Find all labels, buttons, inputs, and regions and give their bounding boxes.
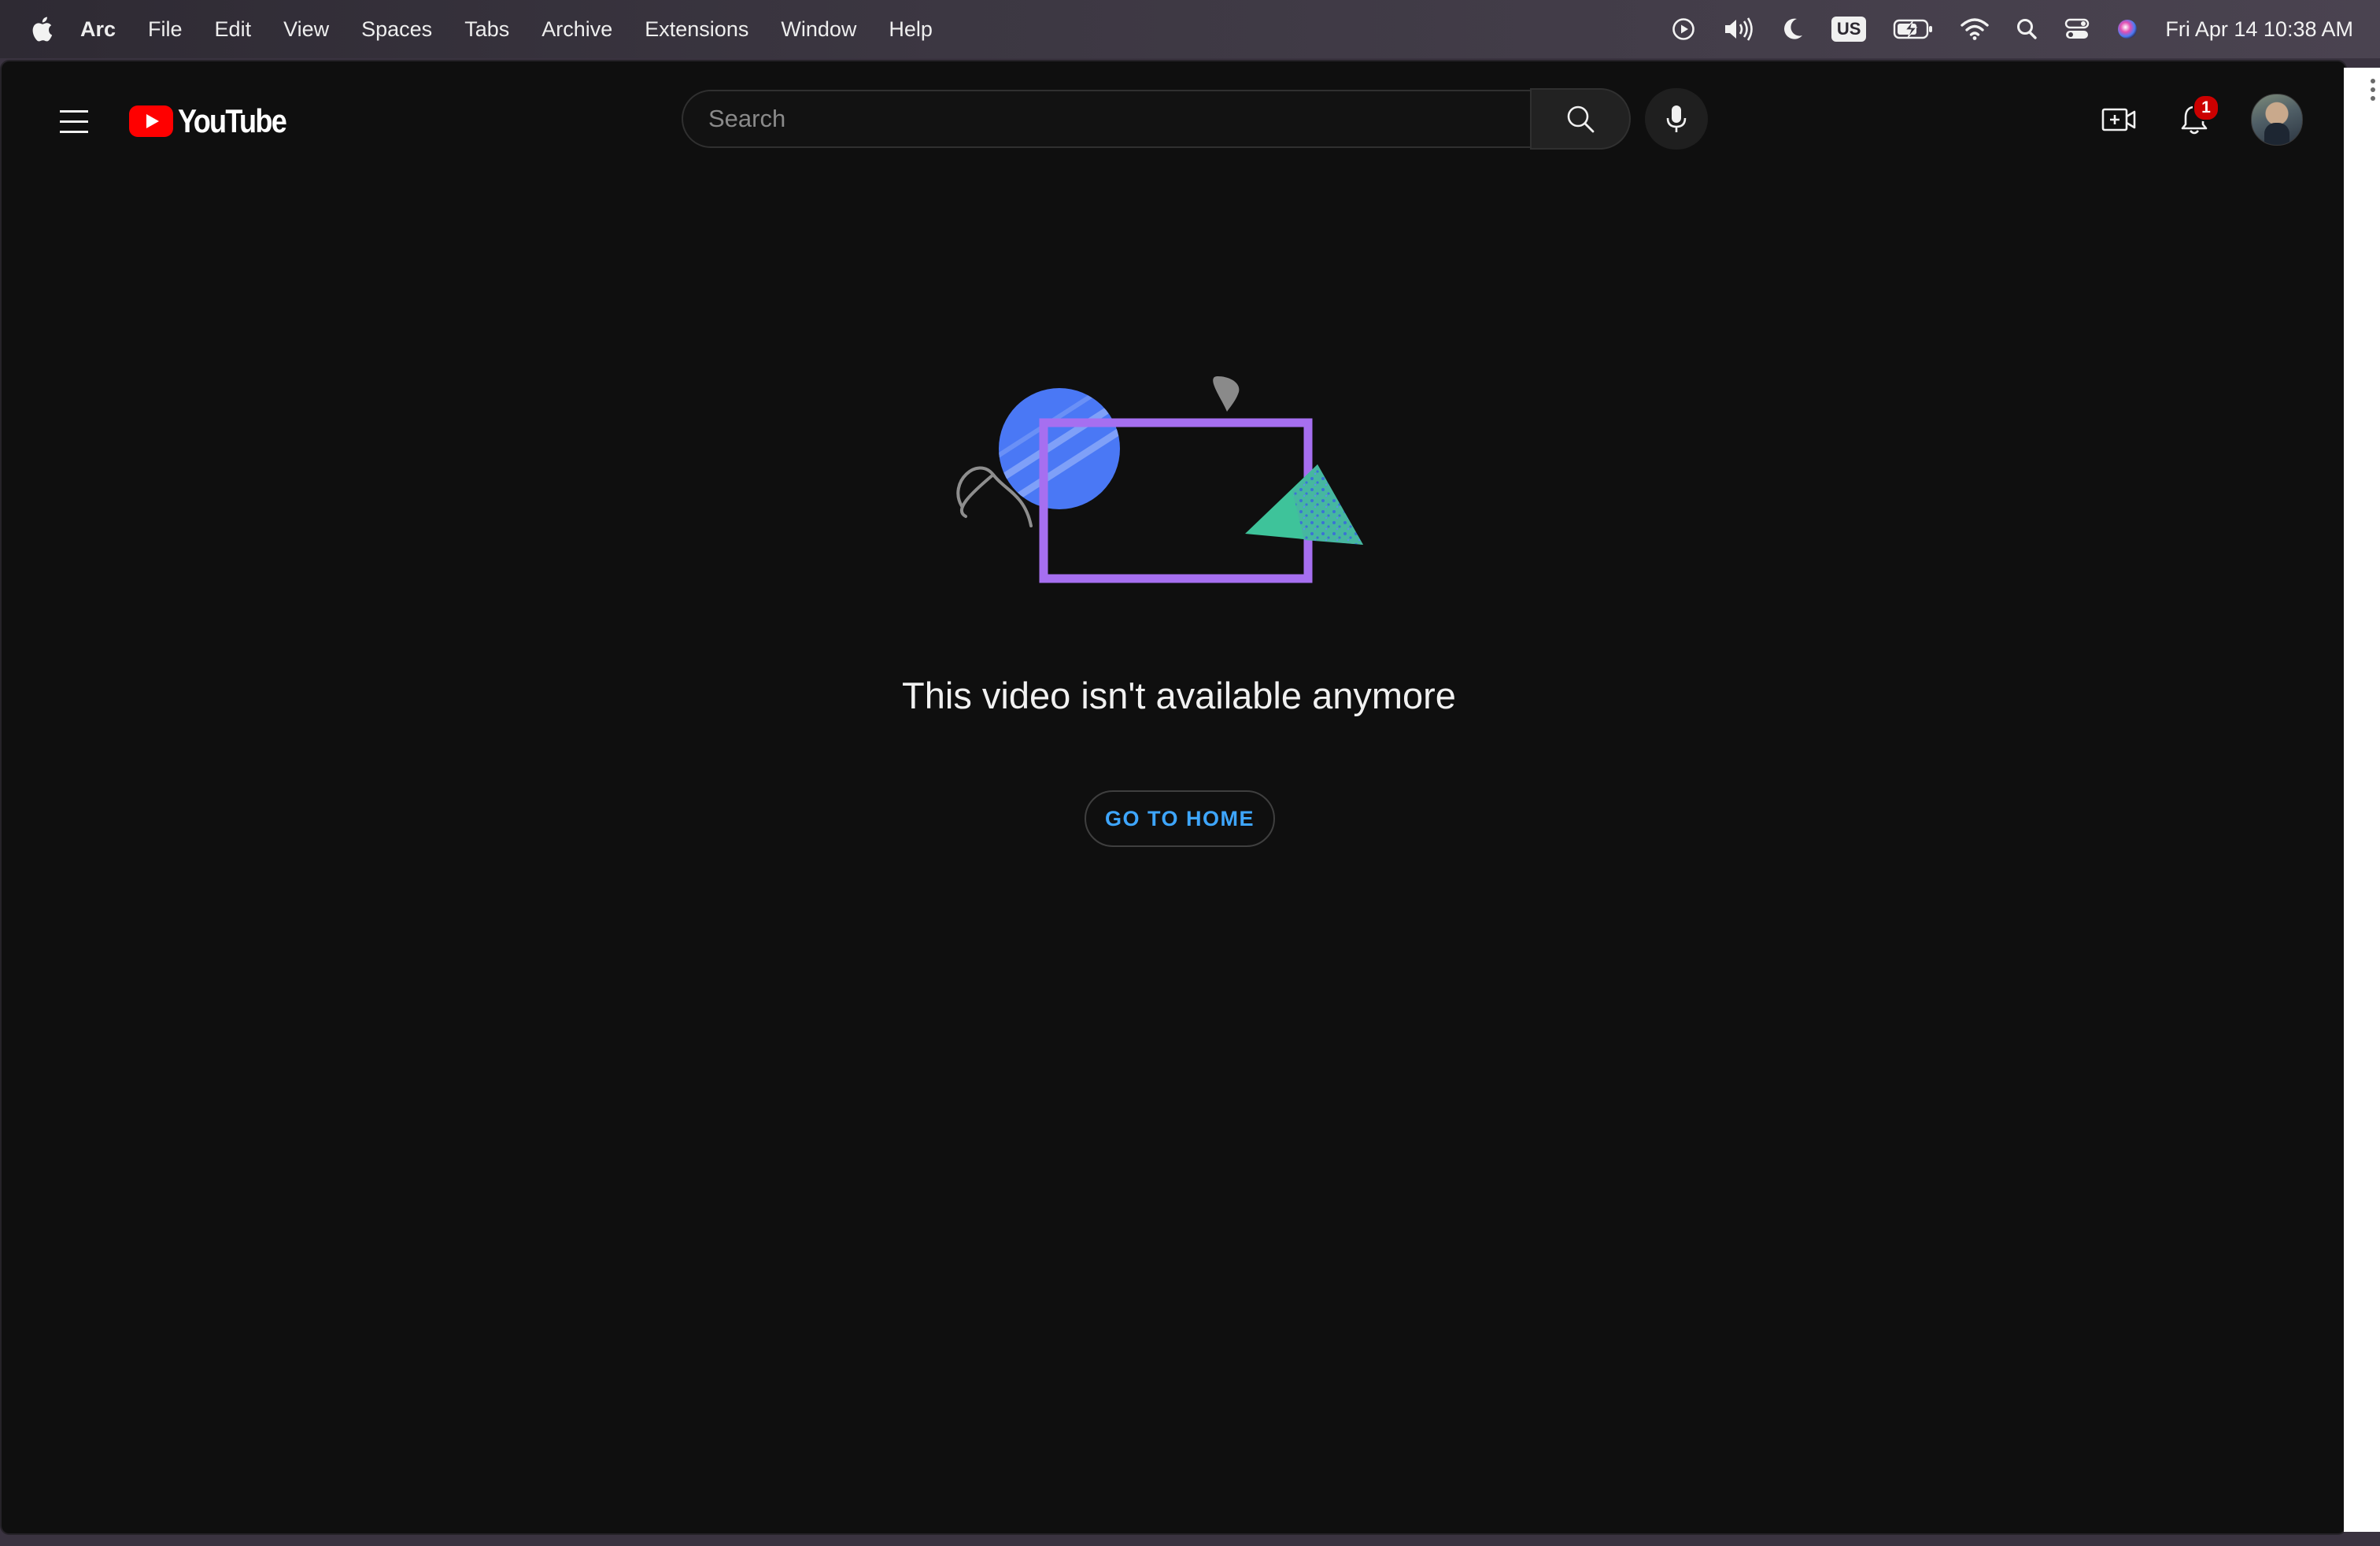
keyboard-layout-badge: US: [1831, 17, 1867, 42]
error-message-title: This video isn't available anymore: [902, 675, 1456, 716]
search-icon: [1567, 105, 1595, 133]
menu-bar-status-area: US Fri Apr 14 10:38 AM: [1644, 0, 2353, 58]
blue-circle-shape: [999, 388, 1120, 509]
masthead-actions: 1: [2073, 90, 2303, 150]
youtube-wordmark: YouTube: [178, 102, 287, 139]
search-button[interactable]: [1530, 88, 1631, 150]
menu-bar-clock[interactable]: Fri Apr 14 10:38 AM: [2165, 17, 2353, 42]
wifi-icon[interactable]: [1961, 13, 1990, 45]
youtube-play-logo-icon: [129, 105, 173, 137]
account-avatar[interactable]: [2251, 94, 2303, 146]
search-input[interactable]: [682, 90, 1530, 148]
search-bar: [682, 88, 1708, 150]
macos-menu-bar: Arc File Edit View Spaces Tabs Archive E…: [0, 0, 2380, 58]
siri-icon[interactable]: [2116, 13, 2138, 45]
menu-file[interactable]: File: [148, 17, 183, 42]
menu-window[interactable]: Window: [781, 17, 856, 42]
menu-view[interactable]: View: [283, 17, 329, 42]
spotlight-search-icon[interactable]: [2016, 13, 2038, 45]
grey-drop-shape: [1213, 376, 1240, 412]
go-to-home-button[interactable]: GO TO HOME: [1085, 790, 1275, 847]
menu-spaces[interactable]: Spaces: [361, 17, 432, 42]
video-camera-add-icon: [2101, 108, 2136, 131]
youtube-logo[interactable]: YouTube: [129, 102, 303, 140]
youtube-masthead: YouTube Search 1: [2, 61, 2345, 179]
more-options-icon[interactable]: [2371, 79, 2375, 105]
menu-app-arc[interactable]: Arc: [80, 17, 116, 42]
browser-side-strip: [2344, 68, 2380, 1532]
battery-charging-icon[interactable]: [1893, 13, 1934, 45]
keyboard-layout-icon[interactable]: US: [1831, 13, 1867, 45]
volume-icon[interactable]: [1723, 13, 1754, 45]
menu-help[interactable]: Help: [889, 17, 933, 42]
apple-menu-icon[interactable]: [30, 16, 54, 43]
create-button[interactable]: [2089, 90, 2149, 150]
menu-tabs[interactable]: Tabs: [464, 17, 509, 42]
menu-archive[interactable]: Archive: [541, 17, 612, 42]
notifications-button[interactable]: 1: [2164, 90, 2224, 150]
menu-extensions[interactable]: Extensions: [645, 17, 748, 42]
moon-icon[interactable]: [1781, 13, 1805, 45]
control-center-icon[interactable]: [2064, 13, 2090, 45]
play-circle-icon[interactable]: [1671, 13, 1696, 45]
unavailable-video-illustration: [956, 376, 1363, 583]
voice-search-button[interactable]: [1645, 88, 1708, 150]
guide-menu-icon[interactable]: [46, 101, 102, 142]
microphone-icon: [1666, 105, 1687, 132]
menu-edit[interactable]: Edit: [215, 17, 252, 42]
notification-count-badge: 1: [2193, 94, 2219, 121]
browser-window: YouTube Search 1 This video isn't availa…: [0, 60, 2347, 1535]
